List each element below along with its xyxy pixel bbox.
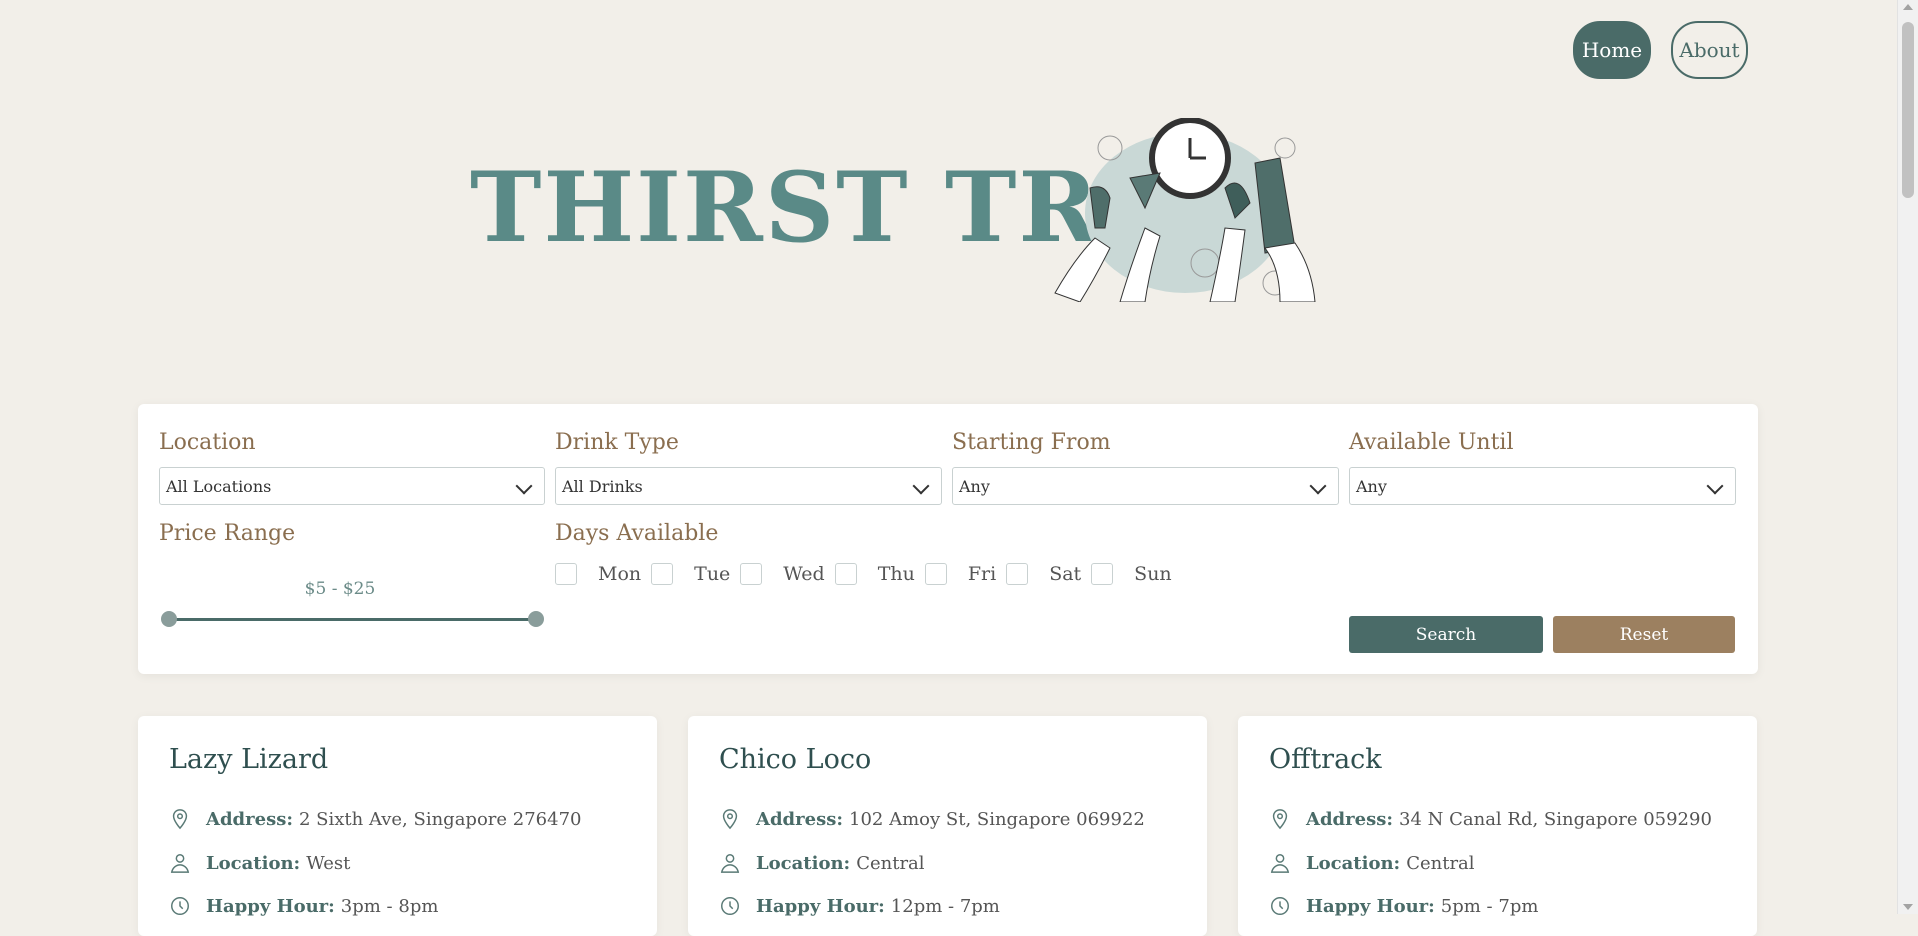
bar-name: Chico Loco — [719, 744, 872, 775]
location-label: Location: — [756, 852, 851, 874]
chevron-down-icon — [1309, 477, 1327, 495]
happy-hour-value: 5pm - 7pm — [1440, 895, 1539, 917]
bar-card[interactable]: Lazy Lizard Address: 2 Sixth Ave, Singapo… — [138, 716, 657, 936]
person-icon — [720, 854, 740, 873]
day-option-fri[interactable]: Fri — [924, 563, 997, 585]
price-range-label: Price Range — [159, 521, 296, 546]
price-slider-max-handle[interactable] — [528, 611, 544, 627]
address-value: 102 Amoy St, Singapore 069922 — [849, 808, 1145, 830]
person-icon — [1270, 854, 1290, 873]
location-label: Location — [159, 430, 256, 455]
starting-from-label: Starting From — [952, 430, 1111, 455]
days-available-label: Days Available — [555, 521, 719, 546]
day-checkbox[interactable] — [834, 563, 857, 585]
happy-hour-label: Happy Hour: — [756, 895, 885, 917]
day-option-thu[interactable]: Thu — [834, 563, 915, 585]
address-value: 2 Sixth Ave, Singapore 276470 — [299, 808, 582, 830]
drink-type-label: Drink Type — [555, 430, 679, 455]
person-icon — [170, 854, 190, 873]
address-value: 34 N Canal Rd, Singapore 059290 — [1399, 808, 1712, 830]
day-label: Tue — [694, 563, 731, 585]
map-pin-icon — [1272, 809, 1288, 830]
search-button[interactable]: Search — [1349, 616, 1543, 653]
day-option-mon[interactable]: Mon — [555, 563, 641, 585]
bar-name: Lazy Lizard — [169, 744, 329, 775]
price-slider-track[interactable] — [169, 618, 535, 621]
location-label: Location: — [1306, 852, 1401, 874]
day-label: Wed — [783, 563, 825, 585]
location-value: Central — [1406, 852, 1475, 874]
day-option-sun[interactable]: Sun — [1091, 563, 1172, 585]
bar-card[interactable]: Offtrack Address: 34 N Canal Rd, Singapor… — [1238, 716, 1757, 936]
location-row: Location: West — [169, 852, 350, 874]
map-pin-icon — [722, 809, 738, 830]
bar-card[interactable]: Chico Loco Address: 102 Amoy St, Singapor… — [688, 716, 1207, 936]
reset-button[interactable]: Reset — [1553, 616, 1735, 653]
address-label: Address: — [756, 808, 843, 830]
day-checkbox[interactable] — [740, 563, 763, 585]
day-checkbox[interactable] — [924, 563, 947, 585]
day-option-tue[interactable]: Tue — [651, 563, 730, 585]
location-value: West — [306, 852, 351, 874]
starting-from-select-value: Any — [959, 476, 990, 496]
address-row: Address: 102 Amoy St, Singapore 069922 — [719, 808, 1145, 830]
scroll-down-arrow-icon[interactable] — [1903, 904, 1913, 910]
day-label: Sat — [1049, 563, 1082, 585]
day-checkbox[interactable] — [1091, 563, 1114, 585]
filter-panel: Location All Locations Drink Type All Dr… — [138, 404, 1758, 674]
happy-hour-label: Happy Hour: — [206, 895, 335, 917]
chevron-down-icon — [1706, 477, 1724, 495]
location-row: Location: Central — [1269, 852, 1475, 874]
scrollbar-thumb[interactable] — [1902, 22, 1914, 198]
drink-type-select[interactable]: All Drinks — [555, 467, 942, 505]
address-row: Address: 34 N Canal Rd, Singapore 059290 — [1269, 808, 1712, 830]
price-slider-min-handle[interactable] — [161, 611, 177, 627]
day-label: Sun — [1134, 563, 1172, 585]
day-checkbox[interactable] — [1006, 563, 1029, 585]
map-pin-icon — [172, 809, 188, 830]
drink-type-select-value: All Drinks — [562, 476, 643, 496]
happy-hour-label: Happy Hour: — [1306, 895, 1435, 917]
cheers-illustration — [1054, 118, 1316, 302]
day-option-wed[interactable]: Wed — [740, 563, 825, 585]
days-checkbox-group: Mon Tue Wed Thu Fri Sat Sun — [555, 563, 1182, 585]
location-value: Central — [856, 852, 925, 874]
happy-hour-value: 3pm - 8pm — [340, 895, 439, 917]
location-label: Location: — [206, 852, 301, 874]
day-checkbox[interactable] — [555, 563, 577, 585]
top-nav: Home About — [1573, 21, 1748, 79]
page-scrollbar[interactable] — [1897, 0, 1918, 914]
chevron-down-icon — [515, 477, 533, 495]
nav-about-button[interactable]: About — [1671, 21, 1748, 79]
address-label: Address: — [1306, 808, 1393, 830]
bar-name: Offtrack — [1269, 744, 1382, 775]
available-until-label: Available Until — [1349, 430, 1514, 455]
location-select-value: All Locations — [166, 476, 272, 496]
price-range-value: $5 - $25 — [304, 579, 376, 599]
location-select[interactable]: All Locations — [159, 467, 545, 505]
happy-hour-value: 12pm - 7pm — [890, 895, 1000, 917]
day-label: Mon — [598, 563, 642, 585]
address-label: Address: — [206, 808, 293, 830]
day-option-sat[interactable]: Sat — [1006, 563, 1081, 585]
chevron-down-icon — [912, 477, 930, 495]
day-label: Thu — [877, 563, 915, 585]
nav-home-button[interactable]: Home — [1573, 21, 1651, 79]
address-row: Address: 2 Sixth Ave, Singapore 276470 — [169, 808, 581, 830]
location-row: Location: Central — [719, 852, 925, 874]
day-label: Fri — [967, 563, 997, 585]
day-checkbox[interactable] — [651, 563, 674, 585]
scroll-up-arrow-icon[interactable] — [1903, 4, 1913, 10]
starting-from-select[interactable]: Any — [952, 467, 1339, 505]
available-until-select-value: Any — [1356, 476, 1387, 496]
available-until-select[interactable]: Any — [1349, 467, 1736, 505]
